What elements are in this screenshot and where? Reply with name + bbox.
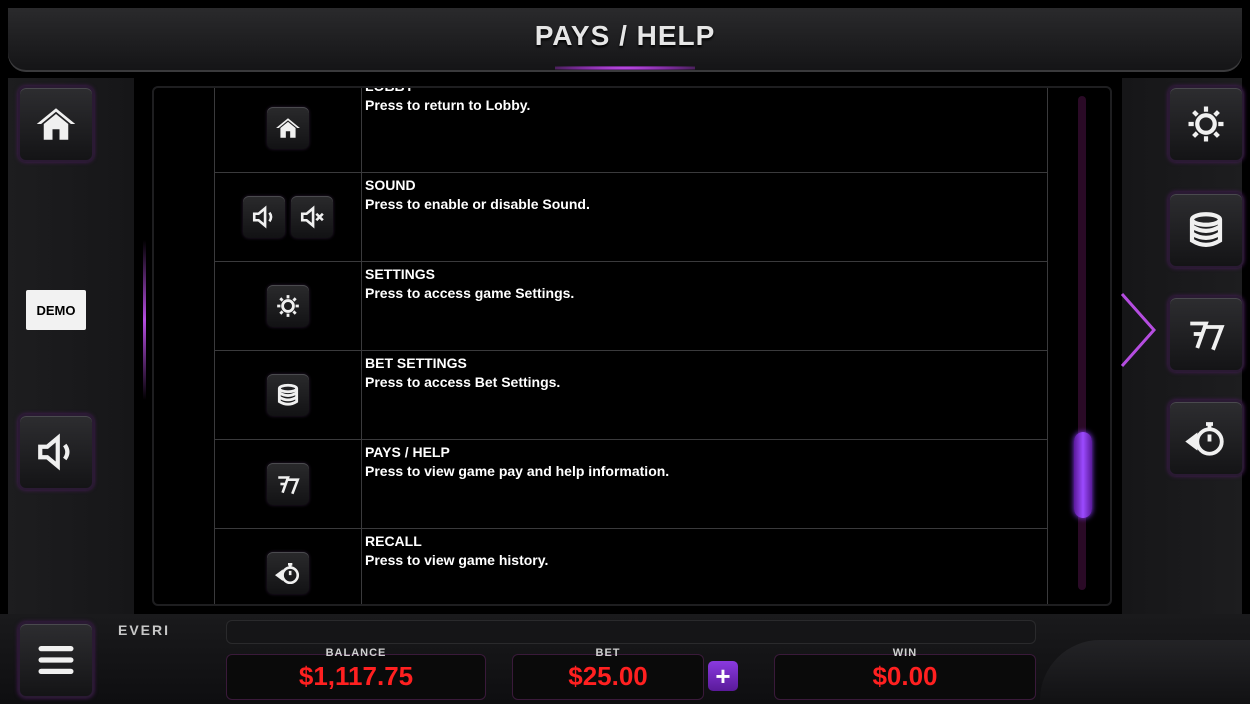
bet-meter: BET $25.00 <box>512 647 704 700</box>
sevens-icon <box>267 463 309 505</box>
help-row-pays-help: PAYS / HELP Press to view game pay and h… <box>214 440 1048 529</box>
everi-logo: EVERI <box>118 622 171 638</box>
demo-badge: DEMO <box>26 290 86 330</box>
sound-button[interactable] <box>18 414 94 490</box>
gear-icon <box>1188 106 1224 142</box>
help-content-panel: LOBBY Press to return to Lobby. SOUND Pr… <box>152 86 1112 606</box>
row-description: Press to access game Settings. <box>365 285 575 301</box>
row-title: BET SETTINGS <box>365 355 467 371</box>
help-row-settings: SETTINGS Press to access game Settings. <box>214 262 1048 351</box>
gear-icon <box>267 285 309 327</box>
row-description: Press to access Bet Settings. <box>365 374 561 390</box>
speaker-icon <box>243 196 285 238</box>
left-glow-line <box>143 240 146 400</box>
row-title: LOBBY <box>365 86 414 94</box>
win-meter: WIN $0.00 <box>774 647 1036 700</box>
speaker-mute-icon <box>291 196 333 238</box>
recall-stopwatch-icon <box>1185 422 1224 456</box>
selected-indicator-arrow <box>1120 293 1157 367</box>
balance-label: BALANCE <box>325 647 387 659</box>
recall-stopwatch-icon <box>267 552 309 594</box>
win-label: WIN <box>892 647 918 659</box>
balance-meter: BALANCE $1,117.75 <box>226 647 486 700</box>
row-description: Press to enable or disable Sound. <box>365 196 590 212</box>
header-bar: PAYS / HELP <box>8 8 1242 72</box>
footer-right-panel <box>1040 640 1250 704</box>
recall-button[interactable] <box>1168 400 1244 476</box>
lobby-button[interactable] <box>18 86 94 162</box>
row-description: Press to view game pay and help informat… <box>365 463 670 479</box>
bet-value: $25.00 <box>568 661 648 691</box>
row-description: Press to view game history. <box>365 552 549 568</box>
sevens-icon <box>1190 321 1225 351</box>
help-table: LOBBY Press to return to Lobby. SOUND Pr… <box>214 86 1048 604</box>
help-row-bet-settings: BET SETTINGS Press to access Bet Setting… <box>214 351 1048 440</box>
home-icon <box>36 108 76 140</box>
speaker-icon <box>38 433 70 471</box>
row-title: SOUND <box>365 177 416 193</box>
row-title: RECALL <box>365 533 422 549</box>
help-row-recall: RECALL Press to view game history. <box>214 529 1048 604</box>
settings-button[interactable] <box>1168 86 1244 162</box>
coin-stack-icon <box>267 374 309 416</box>
row-title: SETTINGS <box>365 266 436 282</box>
win-value: $0.00 <box>872 661 938 691</box>
message-bar <box>226 620 1036 644</box>
help-row-sound: SOUND Press to enable or disable Sound. <box>214 173 1048 262</box>
help-row-lobby: LOBBY Press to return to Lobby. <box>214 86 1048 173</box>
row-description: Press to return to Lobby. <box>365 97 531 113</box>
bet-settings-button[interactable] <box>1168 192 1244 268</box>
coin-stack-icon <box>1189 212 1223 247</box>
hamburger-menu-icon <box>38 646 74 674</box>
header-glow <box>555 66 695 70</box>
bet-label: BET <box>595 647 621 659</box>
scrollbar-thumb[interactable] <box>1074 432 1092 518</box>
home-icon <box>267 107 309 149</box>
page-title: PAYS / HELP <box>534 20 716 51</box>
row-title: PAYS / HELP <box>365 444 450 460</box>
menu-button[interactable] <box>18 622 94 698</box>
pays-help-button[interactable] <box>1168 296 1244 372</box>
balance-value: $1,117.75 <box>298 661 414 691</box>
bet-increase-button[interactable]: + <box>708 661 738 691</box>
